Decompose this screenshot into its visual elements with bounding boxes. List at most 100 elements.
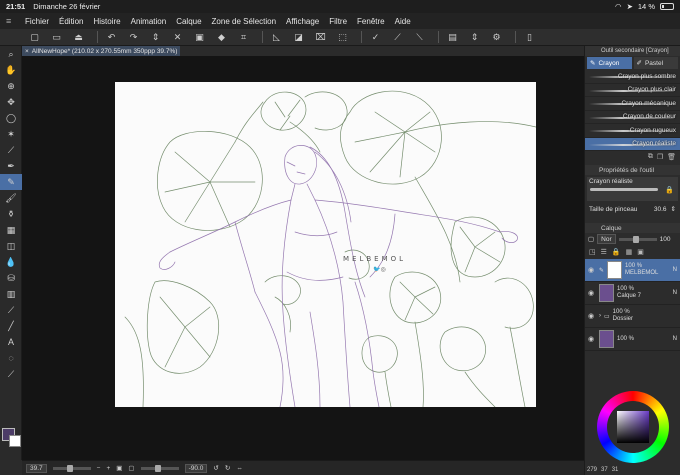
drawing-paper[interactable]: MELBEMOL 🐦◎ — [115, 82, 536, 407]
menu-filtre[interactable]: Filtre — [324, 17, 352, 26]
stepper-icon[interactable]: ⇕ — [147, 30, 164, 45]
line-icon[interactable]: ╱ — [0, 318, 22, 334]
hand-icon[interactable]: ✋ — [0, 62, 22, 78]
pencil-icon[interactable]: ✎ — [0, 174, 22, 190]
layer-row[interactable]: ◉ 100 % Calque 7 N — [585, 282, 680, 305]
duplicate-icon[interactable]: ⧉ — [648, 153, 653, 161]
bucket-icon[interactable]: ◆ — [213, 30, 230, 45]
up-down-icon[interactable]: ⇕ — [466, 30, 483, 45]
menu-aide[interactable]: Aide — [390, 17, 416, 26]
document-tab[interactable]: × AllNewHope* (210.02 x 270.55mm 350ppp … — [22, 46, 180, 56]
layer-clip-icon[interactable]: ◳ — [589, 248, 596, 256]
layer-row[interactable]: ◉ › ▭ 100 % Dossier — [585, 305, 680, 328]
opacity-slider[interactable] — [618, 235, 657, 243]
deselect-icon[interactable]: ◺ — [268, 30, 285, 45]
magic-wand-icon[interactable]: ✶ — [0, 126, 22, 142]
save-icon[interactable]: ⏏ — [70, 30, 87, 45]
tab-crayon[interactable]: ✎ Crayon — [587, 57, 632, 69]
stepper-icon[interactable]: ⇕ — [671, 205, 676, 213]
layer-row[interactable]: ◉ ✎ 100 % MELBEMOL N — [585, 259, 680, 282]
eye-icon[interactable]: ◉ — [588, 335, 596, 343]
brush-item[interactable]: Crayon rugueux — [585, 124, 680, 138]
decoration-icon[interactable]: ▦ — [0, 222, 22, 238]
phone-icon[interactable]: ▯ — [521, 30, 538, 45]
brush-item-active[interactable]: Crayon réaliste — [585, 137, 680, 151]
menu-affichage[interactable]: Affichage — [281, 17, 324, 26]
actual-size-icon[interactable]: ▢ — [128, 464, 134, 472]
eraser-icon[interactable]: ◫ — [0, 238, 22, 254]
rotation-value[interactable]: -90.0 — [184, 463, 208, 473]
layer-mode-icon[interactable]: ▢ — [588, 235, 594, 243]
undo-icon[interactable]: ↶ — [103, 30, 120, 45]
blend-icon[interactable]: 💧 — [0, 254, 22, 270]
sub-color-swatch[interactable] — [9, 435, 21, 447]
eyedropper-icon[interactable]: ⟋ — [0, 142, 22, 158]
gradient-icon[interactable]: ▥ — [0, 286, 22, 302]
menu-fenetre[interactable]: Fenêtre — [352, 17, 390, 26]
move-icon[interactable]: ✥ — [0, 94, 22, 110]
copy-icon[interactable]: ❐ — [657, 153, 663, 161]
brush-icon[interactable]: 🖌 — [0, 190, 22, 206]
figure-icon[interactable]: ⟋ — [0, 302, 22, 318]
print-icon[interactable]: ▤ — [444, 30, 461, 45]
text-icon[interactable]: A — [0, 334, 22, 350]
rotate-left-icon[interactable]: ↺ — [213, 464, 218, 472]
trash-icon[interactable]: 🗑 — [667, 153, 676, 161]
zoom-value[interactable]: 39.7 — [26, 463, 47, 473]
invert-selection-icon[interactable]: ◪ — [290, 30, 307, 45]
menu-animation[interactable]: Animation — [126, 17, 172, 26]
open-file-icon[interactable]: ▭ — [48, 30, 65, 45]
menu-edition[interactable]: Édition — [54, 17, 88, 26]
selection-icon[interactable]: ⬚ — [334, 30, 351, 45]
eye-icon[interactable]: ◉ — [588, 312, 596, 320]
layer-row[interactable]: ◉ 100 % N — [585, 328, 680, 351]
folder-chevron-icon[interactable]: › — [599, 313, 601, 319]
zoom-slider[interactable] — [52, 464, 91, 472]
tab-pastel[interactable]: ✐ Pastel — [633, 57, 678, 69]
fill-tool-icon[interactable]: ⛁ — [0, 270, 22, 286]
layer-mask-icon[interactable]: ▦ — [626, 248, 633, 256]
layer-ref-icon[interactable]: ☰ — [601, 248, 607, 256]
menu-zone-selection[interactable]: Zone de Sélection — [207, 17, 282, 26]
flip-icon[interactable]: ⇔ — [236, 465, 243, 472]
brush-item[interactable]: Crayon mécanique — [585, 97, 680, 111]
operation-icon[interactable]: ⊕ — [0, 78, 22, 94]
menu-histoire[interactable]: Histoire — [88, 17, 125, 26]
ruler-icon[interactable]: ⟋ — [0, 366, 22, 382]
rotation-slider[interactable] — [140, 464, 179, 472]
zoom-in-icon[interactable]: + — [106, 465, 110, 472]
brush-size-value[interactable]: 30.6 — [654, 206, 667, 213]
brush-item[interactable]: Crayon plus sombre — [585, 70, 680, 84]
eye-icon[interactable]: ◉ — [588, 289, 596, 297]
rotate-right-icon[interactable]: ↻ — [225, 464, 230, 472]
color-wheel[interactable] — [597, 391, 669, 463]
fill-icon[interactable]: ▣ — [191, 30, 208, 45]
brush-item[interactable]: Crayon plus clair — [585, 84, 680, 97]
clear-icon[interactable]: ✕ — [169, 30, 186, 45]
fit-icon[interactable]: ▣ — [116, 464, 122, 472]
zoom-out-icon[interactable]: − — [97, 465, 101, 472]
lock-icon[interactable]: 🔒 — [665, 186, 674, 194]
brush-size-row[interactable]: Taille de pinceau 30.6 ⇕ — [585, 203, 680, 215]
canvas-area[interactable]: MELBEMOL 🐦◎ — [22, 56, 584, 460]
zoom-icon[interactable]: ⌕ — [0, 46, 22, 62]
blend-mode-select[interactable]: Nor — [597, 234, 616, 244]
menu-fichier[interactable]: Fichier — [20, 17, 54, 26]
menu-calque[interactable]: Calque — [171, 17, 206, 26]
settings-icon[interactable]: ⚙ — [488, 30, 505, 45]
layer-color-icon[interactable]: ▣ — [637, 248, 644, 256]
eye-icon[interactable]: ◉ — [588, 266, 596, 274]
layer-lock-icon[interactable]: 🔒 — [612, 248, 621, 256]
pen-icon[interactable]: ✒ — [0, 158, 22, 174]
saturation-value-square[interactable] — [617, 411, 649, 443]
lasso-icon[interactable]: ◯ — [0, 110, 22, 126]
airbrush-icon[interactable]: ⚱ — [0, 206, 22, 222]
balloon-icon[interactable]: ◌ — [0, 350, 22, 366]
layer-opacity[interactable]: 100 — [660, 236, 671, 243]
pen-stroke-alt-icon[interactable]: ⟍ — [411, 30, 428, 45]
stabilizer-icon[interactable]: ✓ — [367, 30, 384, 45]
brush-item[interactable]: Crayon de couleur — [585, 111, 680, 124]
menu-grip-icon[interactable]: ≡ — [6, 16, 20, 26]
redo-icon[interactable]: ↷ — [125, 30, 142, 45]
pen-stroke-icon[interactable]: ⟋ — [389, 30, 406, 45]
